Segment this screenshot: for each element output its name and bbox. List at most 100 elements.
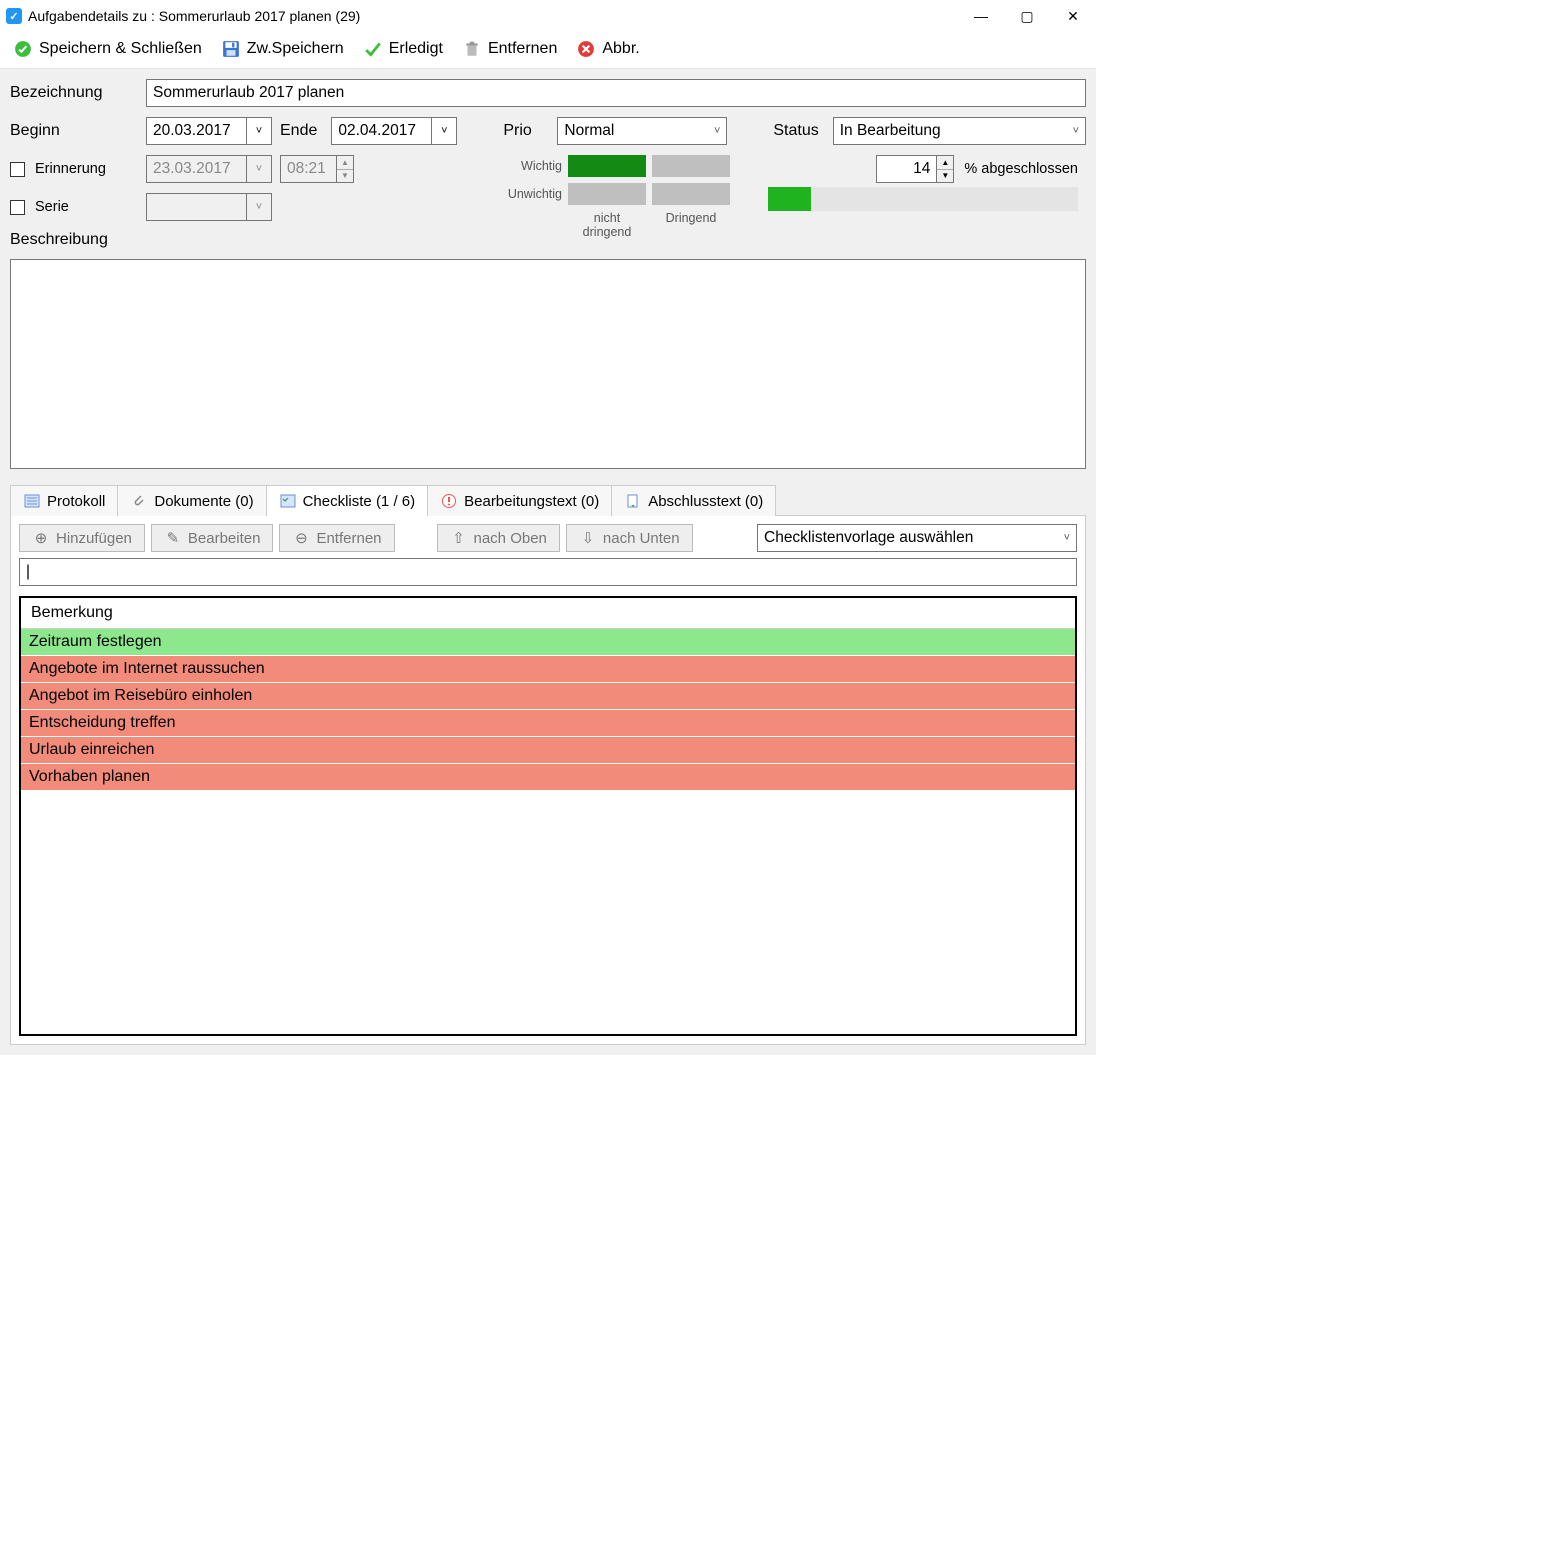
prio-select[interactable]: Normal ˅ xyxy=(557,117,727,145)
erinnerung-time-input xyxy=(280,155,336,183)
checklist-row[interactable]: Angebote im Internet raussuchen xyxy=(21,656,1075,683)
save-button[interactable]: Zw.Speichern xyxy=(222,40,344,58)
erinnerung-time-spinner: ▲▼ xyxy=(280,155,354,183)
chevron-down-icon: ˅ xyxy=(246,155,272,183)
trash-icon xyxy=(463,40,481,58)
remove-label: Entfernen xyxy=(488,40,557,58)
checklist-row[interactable]: Angebot im Reisebüro einholen xyxy=(21,683,1075,710)
ende-date-picker[interactable]: ˅ xyxy=(331,117,457,145)
checklist-column-header[interactable]: Bemerkung xyxy=(21,598,1075,629)
plus-icon: ⊕ xyxy=(32,529,50,547)
floppy-icon xyxy=(222,40,240,58)
checklist-row[interactable]: Urlaub einreichen xyxy=(21,737,1075,764)
template-select[interactable]: Checklistenvorlage auswählen ˅ xyxy=(757,524,1077,552)
erinnerung-date-input xyxy=(146,155,246,183)
add-label: Hinzufügen xyxy=(56,530,132,547)
spinner-buttons[interactable]: ▲▼ xyxy=(936,155,954,183)
chevron-down-icon[interactable]: ˅ xyxy=(246,117,272,145)
prio-label: Prio xyxy=(503,122,543,140)
move-down-button[interactable]: ⇩ nach Unten xyxy=(566,524,693,552)
percent-input[interactable] xyxy=(876,155,936,183)
close-button[interactable]: ✕ xyxy=(1050,0,1096,32)
warning-icon xyxy=(440,492,458,510)
bezeichnung-label: Bezeichnung xyxy=(10,84,138,102)
tab-checkliste[interactable]: Checkliste (1 / 6) xyxy=(266,485,429,516)
remove-item-button[interactable]: ⊖ Entfernen xyxy=(279,524,394,552)
remove-button[interactable]: Entfernen xyxy=(463,40,557,58)
window-buttons: — ▢ ✕ xyxy=(958,0,1096,32)
bezeichnung-input[interactable] xyxy=(146,79,1086,107)
checkliste-panel: ⊕ Hinzufügen ✎ Bearbeiten ⊖ Entfernen ⇧ … xyxy=(10,515,1086,1045)
chevron-down-icon: ˅ xyxy=(1073,125,1079,137)
maximize-button[interactable]: ▢ xyxy=(1004,0,1050,32)
priority-matrix: Wichtig Unwichtig nicht dringend Dringen… xyxy=(498,155,730,239)
matrix-cell-important-urgent[interactable] xyxy=(652,155,730,177)
tab-dokumente[interactable]: Dokumente (0) xyxy=(117,485,266,516)
minus-icon: ⊖ xyxy=(292,529,310,547)
app-icon xyxy=(6,8,22,24)
checklist-row[interactable]: Zeitraum festlegen xyxy=(21,629,1075,656)
erinnerung-checkbox[interactable]: Erinnerung xyxy=(10,161,138,177)
checklist-row[interactable]: Vorhaben planen xyxy=(21,764,1075,791)
erinnerung-date-picker: ˅ xyxy=(146,155,272,183)
minimize-button[interactable]: — xyxy=(958,0,1004,32)
matrix-row-label: Unwichtig xyxy=(498,187,562,201)
remove-item-label: Entfernen xyxy=(316,530,381,547)
done-button[interactable]: Erledigt xyxy=(364,40,443,58)
save-close-button[interactable]: Speichern & Schließen xyxy=(14,40,202,58)
task-details-window: Aufgabendetails zu : Sommerurlaub 2017 p… xyxy=(0,0,1096,1055)
matrix-cell-unimportant-not-urgent[interactable] xyxy=(568,183,646,205)
save-close-label: Speichern & Schließen xyxy=(39,40,202,58)
serie-checkbox[interactable]: Serie xyxy=(10,199,138,215)
edit-icon: ✎ xyxy=(164,529,182,547)
done-label: Erledigt xyxy=(389,40,443,58)
edit-button[interactable]: ✎ Bearbeiten xyxy=(151,524,274,552)
status-label: Status xyxy=(773,122,818,140)
cancel-button[interactable]: Abbr. xyxy=(577,40,639,58)
tab-bearbeitungstext[interactable]: Bearbeitungstext (0) xyxy=(427,485,612,516)
chevron-down-icon: ˅ xyxy=(714,125,720,137)
matrix-cell-unimportant-urgent[interactable] xyxy=(652,183,730,205)
beginn-date-input[interactable] xyxy=(146,117,246,145)
beschreibung-textarea[interactable] xyxy=(10,259,1086,469)
tabstrip: Protokoll Dokumente (0) Checkliste (1 / … xyxy=(10,485,1086,516)
document-arrow-icon xyxy=(624,492,642,510)
template-select-label: Checklistenvorlage auswählen xyxy=(764,529,973,547)
chevron-down-icon[interactable]: ˅ xyxy=(431,117,457,145)
chevron-down-icon: ˅ xyxy=(1064,532,1070,544)
check-circle-icon xyxy=(14,40,32,58)
move-up-button[interactable]: ⇧ nach Oben xyxy=(437,524,560,552)
beginn-date-picker[interactable]: ˅ xyxy=(146,117,272,145)
percent-spinner[interactable]: ▲▼ xyxy=(876,155,954,183)
chevron-down-icon: ˅ xyxy=(246,193,272,221)
status-select[interactable]: In Bearbeitung ˅ xyxy=(833,117,1086,145)
tab-protokoll[interactable]: Protokoll xyxy=(10,485,118,516)
prio-value: Normal xyxy=(564,122,614,140)
serie-select: ˅ xyxy=(146,193,272,221)
save-label: Zw.Speichern xyxy=(247,40,344,58)
move-up-label: nach Oben xyxy=(474,530,547,547)
beschreibung-label: Beschreibung xyxy=(10,231,490,249)
checkbox-icon xyxy=(10,200,25,215)
matrix-cell-important-not-urgent[interactable] xyxy=(568,155,646,177)
ende-label: Ende xyxy=(280,122,317,140)
tab-abschlusstext[interactable]: Abschlusstext (0) xyxy=(611,485,776,516)
matrix-col-labels: nicht dringend Dringend xyxy=(568,211,730,239)
list-icon xyxy=(23,492,41,510)
checklist-filter-input[interactable] xyxy=(19,558,1077,586)
main-toolbar: Speichern & Schließen Zw.Speichern Erled… xyxy=(0,32,1096,68)
tab-label: Bearbeitungstext (0) xyxy=(464,493,599,510)
matrix-col-label: nicht dringend xyxy=(568,211,646,239)
ende-date-input[interactable] xyxy=(331,117,431,145)
tab-label: Abschlusstext (0) xyxy=(648,493,763,510)
progress-fill xyxy=(768,187,811,211)
arrow-up-icon: ⇧ xyxy=(450,529,468,547)
matrix-col-label: Dringend xyxy=(652,211,730,239)
checklist-toolbar: ⊕ Hinzufügen ✎ Bearbeiten ⊖ Entfernen ⇧ … xyxy=(19,524,1077,552)
window-title: Aufgabendetails zu : Sommerurlaub 2017 p… xyxy=(28,8,958,24)
tab-label: Checkliste (1 / 6) xyxy=(303,493,416,510)
checklist-row[interactable]: Entscheidung treffen xyxy=(21,710,1075,737)
paperclip-icon xyxy=(130,492,148,510)
add-button[interactable]: ⊕ Hinzufügen xyxy=(19,524,145,552)
checkbox-icon xyxy=(10,162,25,177)
